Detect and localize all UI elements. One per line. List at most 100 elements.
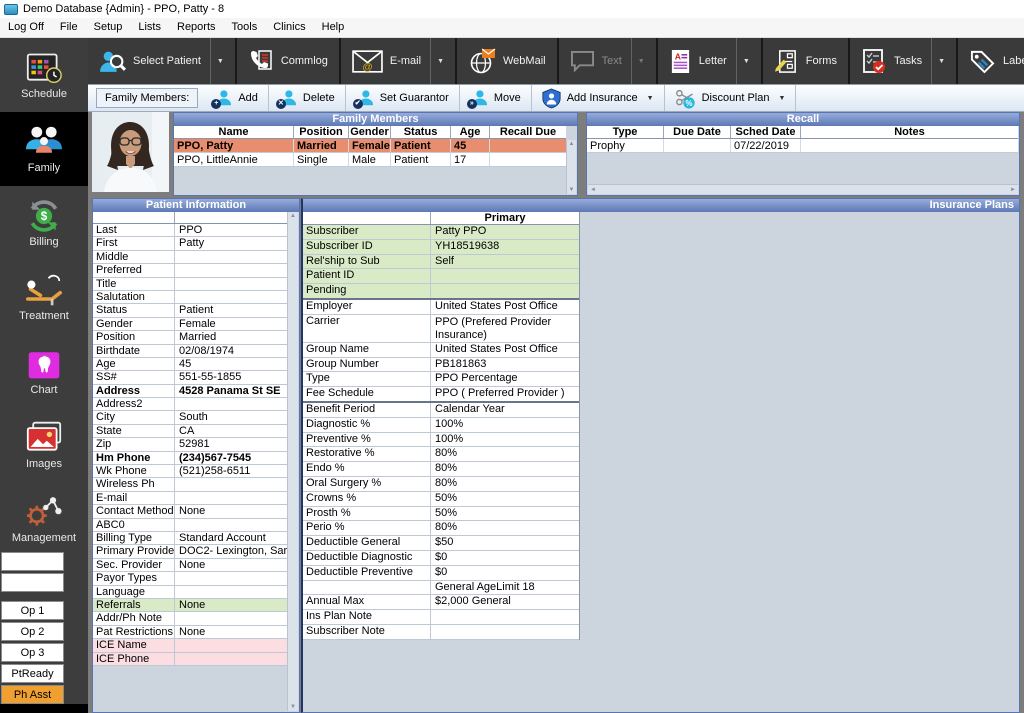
scroll-right-icon[interactable]: ► bbox=[1010, 187, 1016, 193]
recall-scrollbar[interactable]: ◄► bbox=[588, 184, 1018, 194]
patient-info-row[interactable]: Salutation bbox=[93, 291, 288, 304]
insurance-row[interactable]: Deductible General $50 bbox=[303, 536, 579, 551]
menu-item[interactable]: Setup bbox=[86, 18, 131, 37]
webmail-button[interactable]: WebMail bbox=[457, 38, 559, 84]
insurance-row[interactable]: Prosth % 50% bbox=[303, 507, 579, 522]
menu-item[interactable]: Help bbox=[314, 18, 353, 37]
operatory-button[interactable]: Ph Asst bbox=[1, 685, 64, 704]
move-family-member-button[interactable]: » Move bbox=[460, 85, 532, 111]
insurance-row[interactable]: Deductible Preventive $0 bbox=[303, 566, 579, 581]
patient-info-scrollbar[interactable]: ▲▼ bbox=[287, 212, 298, 711]
patient-info-row[interactable]: First Patty bbox=[93, 237, 288, 250]
chevron-down-icon[interactable]: ▼ bbox=[736, 38, 750, 84]
delete-family-member-button[interactable]: ✕ Delete bbox=[269, 85, 346, 111]
sidebar-item-family[interactable]: Family bbox=[0, 112, 88, 186]
patient-info-row[interactable]: Birthdate 02/08/1974 bbox=[93, 345, 288, 358]
sidebar-item-billing[interactable]: $ Billing bbox=[0, 186, 88, 260]
patient-info-row[interactable]: Addr/Ph Note bbox=[93, 612, 288, 625]
patient-info-row[interactable]: SS# 551-55-1855 bbox=[93, 371, 288, 384]
insurance-row[interactable]: Subscriber Note bbox=[303, 625, 579, 640]
scroll-down-icon[interactable]: ▼ bbox=[569, 187, 575, 193]
patient-info-row[interactable]: City South bbox=[93, 411, 288, 424]
forms-button[interactable]: Forms bbox=[763, 38, 850, 84]
insurance-row[interactable]: Restorative % 80% bbox=[303, 447, 579, 462]
sidebar-item-treatment[interactable]: Treatment bbox=[0, 260, 88, 334]
menu-item[interactable]: Clinics bbox=[265, 18, 313, 37]
add-insurance-button[interactable]: Add Insurance ▼ bbox=[532, 85, 665, 111]
chevron-down-icon[interactable]: ▼ bbox=[631, 38, 645, 84]
scroll-left-icon[interactable]: ◄ bbox=[590, 187, 596, 193]
insurance-row[interactable]: Endo % 80% bbox=[303, 462, 579, 477]
sidebar-item-management[interactable]: Management bbox=[0, 482, 88, 556]
patient-info-row[interactable]: Zip 52981 bbox=[93, 438, 288, 451]
menu-item[interactable]: Reports bbox=[169, 18, 224, 37]
insurance-row[interactable]: Group Number PB181863 bbox=[303, 358, 579, 373]
family-member-row[interactable]: PPO, Patty Married Female Patient 45 bbox=[174, 139, 566, 153]
patient-info-row[interactable]: Address 4528 Panama St SE bbox=[93, 385, 288, 398]
menu-item[interactable]: Log Off bbox=[0, 18, 52, 37]
insurance-row[interactable]: Preventive % 100% bbox=[303, 433, 579, 448]
scroll-up-icon[interactable]: ▲ bbox=[569, 141, 575, 147]
commlog-button[interactable]: Commlog bbox=[237, 38, 341, 84]
operatory-button[interactable] bbox=[1, 552, 64, 571]
family-member-row[interactable]: PPO, LittleAnnie Single Male Patient 17 bbox=[174, 153, 566, 167]
insurance-row[interactable]: Diagnostic % 100% bbox=[303, 418, 579, 433]
insurance-row[interactable]: Group Name United States Post Office bbox=[303, 343, 579, 358]
patient-info-row[interactable]: Referrals None bbox=[93, 599, 288, 612]
menu-item[interactable]: Tools bbox=[224, 18, 266, 37]
menu-item[interactable]: Lists bbox=[130, 18, 169, 37]
patient-info-row[interactable]: Contact Method None bbox=[93, 505, 288, 518]
letter-button[interactable]: A Letter ▼ bbox=[658, 38, 763, 84]
text-button[interactable]: Text ▼ bbox=[559, 38, 658, 84]
patient-info-row[interactable]: Sec. Provider None bbox=[93, 559, 288, 572]
sidebar-item-chart[interactable]: Chart bbox=[0, 334, 88, 408]
insurance-row[interactable]: Employer United States Post Office bbox=[303, 300, 579, 315]
patient-info-row[interactable]: Title bbox=[93, 278, 288, 291]
chevron-down-icon[interactable]: ▼ bbox=[931, 38, 945, 84]
label-button[interactable]: Label ▼ bbox=[958, 38, 1024, 84]
patient-info-row[interactable]: Preferred bbox=[93, 264, 288, 277]
operatory-button[interactable]: Op 2 bbox=[1, 622, 64, 641]
patient-info-row[interactable]: Hm Phone (234)567-7545 bbox=[93, 452, 288, 465]
patient-info-row[interactable]: Wk Phone (521)258-6511 bbox=[93, 465, 288, 478]
insurance-row[interactable]: Benefit Period Calendar Year bbox=[303, 403, 579, 418]
patient-info-row[interactable]: Language bbox=[93, 586, 288, 599]
patient-info-row[interactable]: Pat Restrictions None bbox=[93, 626, 288, 639]
patient-info-row[interactable]: Billing Type Standard Account bbox=[93, 532, 288, 545]
patient-info-row[interactable]: Primary Provider DOC2- Lexington, Sarah bbox=[93, 545, 288, 558]
discount-plan-button[interactable]: % Discount Plan ▼ bbox=[665, 85, 797, 111]
tasks-button[interactable]: Tasks ▼ bbox=[850, 38, 958, 84]
sidebar-item-schedule[interactable]: Schedule bbox=[0, 38, 88, 112]
insurance-row[interactable]: Subscriber ID YH18519638 bbox=[303, 240, 579, 255]
insurance-row[interactable]: Subscriber Patty PPO bbox=[303, 225, 579, 240]
scroll-up-icon[interactable]: ▲ bbox=[290, 213, 296, 219]
patient-info-row[interactable]: E-mail bbox=[93, 492, 288, 505]
operatory-button[interactable]: Op 1 bbox=[1, 601, 64, 620]
chevron-down-icon[interactable]: ▼ bbox=[430, 38, 444, 84]
insurance-row[interactable]: Oral Surgery % 80% bbox=[303, 477, 579, 492]
set-guarantor-button[interactable]: ✔ Set Guarantor bbox=[346, 85, 460, 111]
operatory-button[interactable] bbox=[1, 573, 64, 592]
insurance-row[interactable]: Patient ID bbox=[303, 269, 579, 284]
operatory-button[interactable]: PtReady bbox=[1, 664, 64, 683]
patient-info-row[interactable]: Payor Types bbox=[93, 572, 288, 585]
insurance-row[interactable]: Perio % 80% bbox=[303, 521, 579, 536]
email-button[interactable]: @ E-mail ▼ bbox=[341, 38, 457, 84]
chevron-down-icon[interactable]: ▼ bbox=[210, 38, 224, 84]
patient-info-row[interactable]: ICE Name bbox=[93, 639, 288, 652]
insurance-row[interactable]: Ins Plan Note bbox=[303, 610, 579, 625]
operatory-button[interactable]: Op 3 bbox=[1, 643, 64, 662]
recall-row[interactable]: Prophy 07/22/2019 bbox=[587, 139, 1018, 153]
insurance-row[interactable]: Rel'ship to Sub Self bbox=[303, 255, 579, 270]
menu-item[interactable]: File bbox=[52, 18, 86, 37]
insurance-row[interactable]: General AgeLimit 18 bbox=[303, 581, 579, 596]
insurance-row[interactable]: Annual Max $2,000 General bbox=[303, 595, 579, 610]
insurance-row[interactable]: Carrier PPO (Prefered Provider Insurance… bbox=[303, 315, 579, 343]
insurance-row[interactable]: Fee Schedule PPO ( Preferred Provider ) bbox=[303, 387, 579, 403]
add-family-member-button[interactable]: + Add bbox=[204, 85, 269, 111]
patient-photo[interactable] bbox=[92, 112, 169, 192]
insurance-row[interactable]: Crowns % 50% bbox=[303, 492, 579, 507]
patient-info-row[interactable]: Middle bbox=[93, 251, 288, 264]
patient-info-row[interactable]: Wireless Ph bbox=[93, 478, 288, 491]
insurance-row[interactable]: Deductible Diagnostic $0 bbox=[303, 551, 579, 566]
